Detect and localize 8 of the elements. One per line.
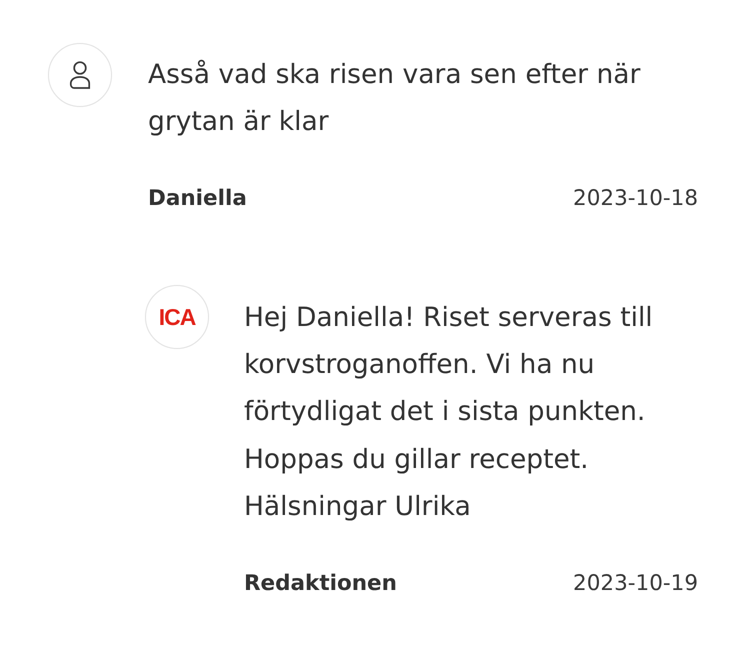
comment-text: Asså vad ska risen vara sen efter när grytan är klar	[148, 58, 642, 138]
person-icon	[69, 61, 91, 89]
comment-date: 2023-10-18	[573, 185, 698, 213]
author-name: Redaktionen	[244, 570, 397, 598]
comment-date: 2023-10-19	[573, 570, 698, 598]
author-name: Daniella	[148, 185, 247, 213]
logo: ICA	[158, 306, 196, 328]
comment-text: Hej Daniella! Riset serveras till korvstroganoffen. Vi ha nu förtydligat det i sista punkten. Hoppas du gillar receptet. Hälsningar Ulrika	[244, 301, 654, 524]
